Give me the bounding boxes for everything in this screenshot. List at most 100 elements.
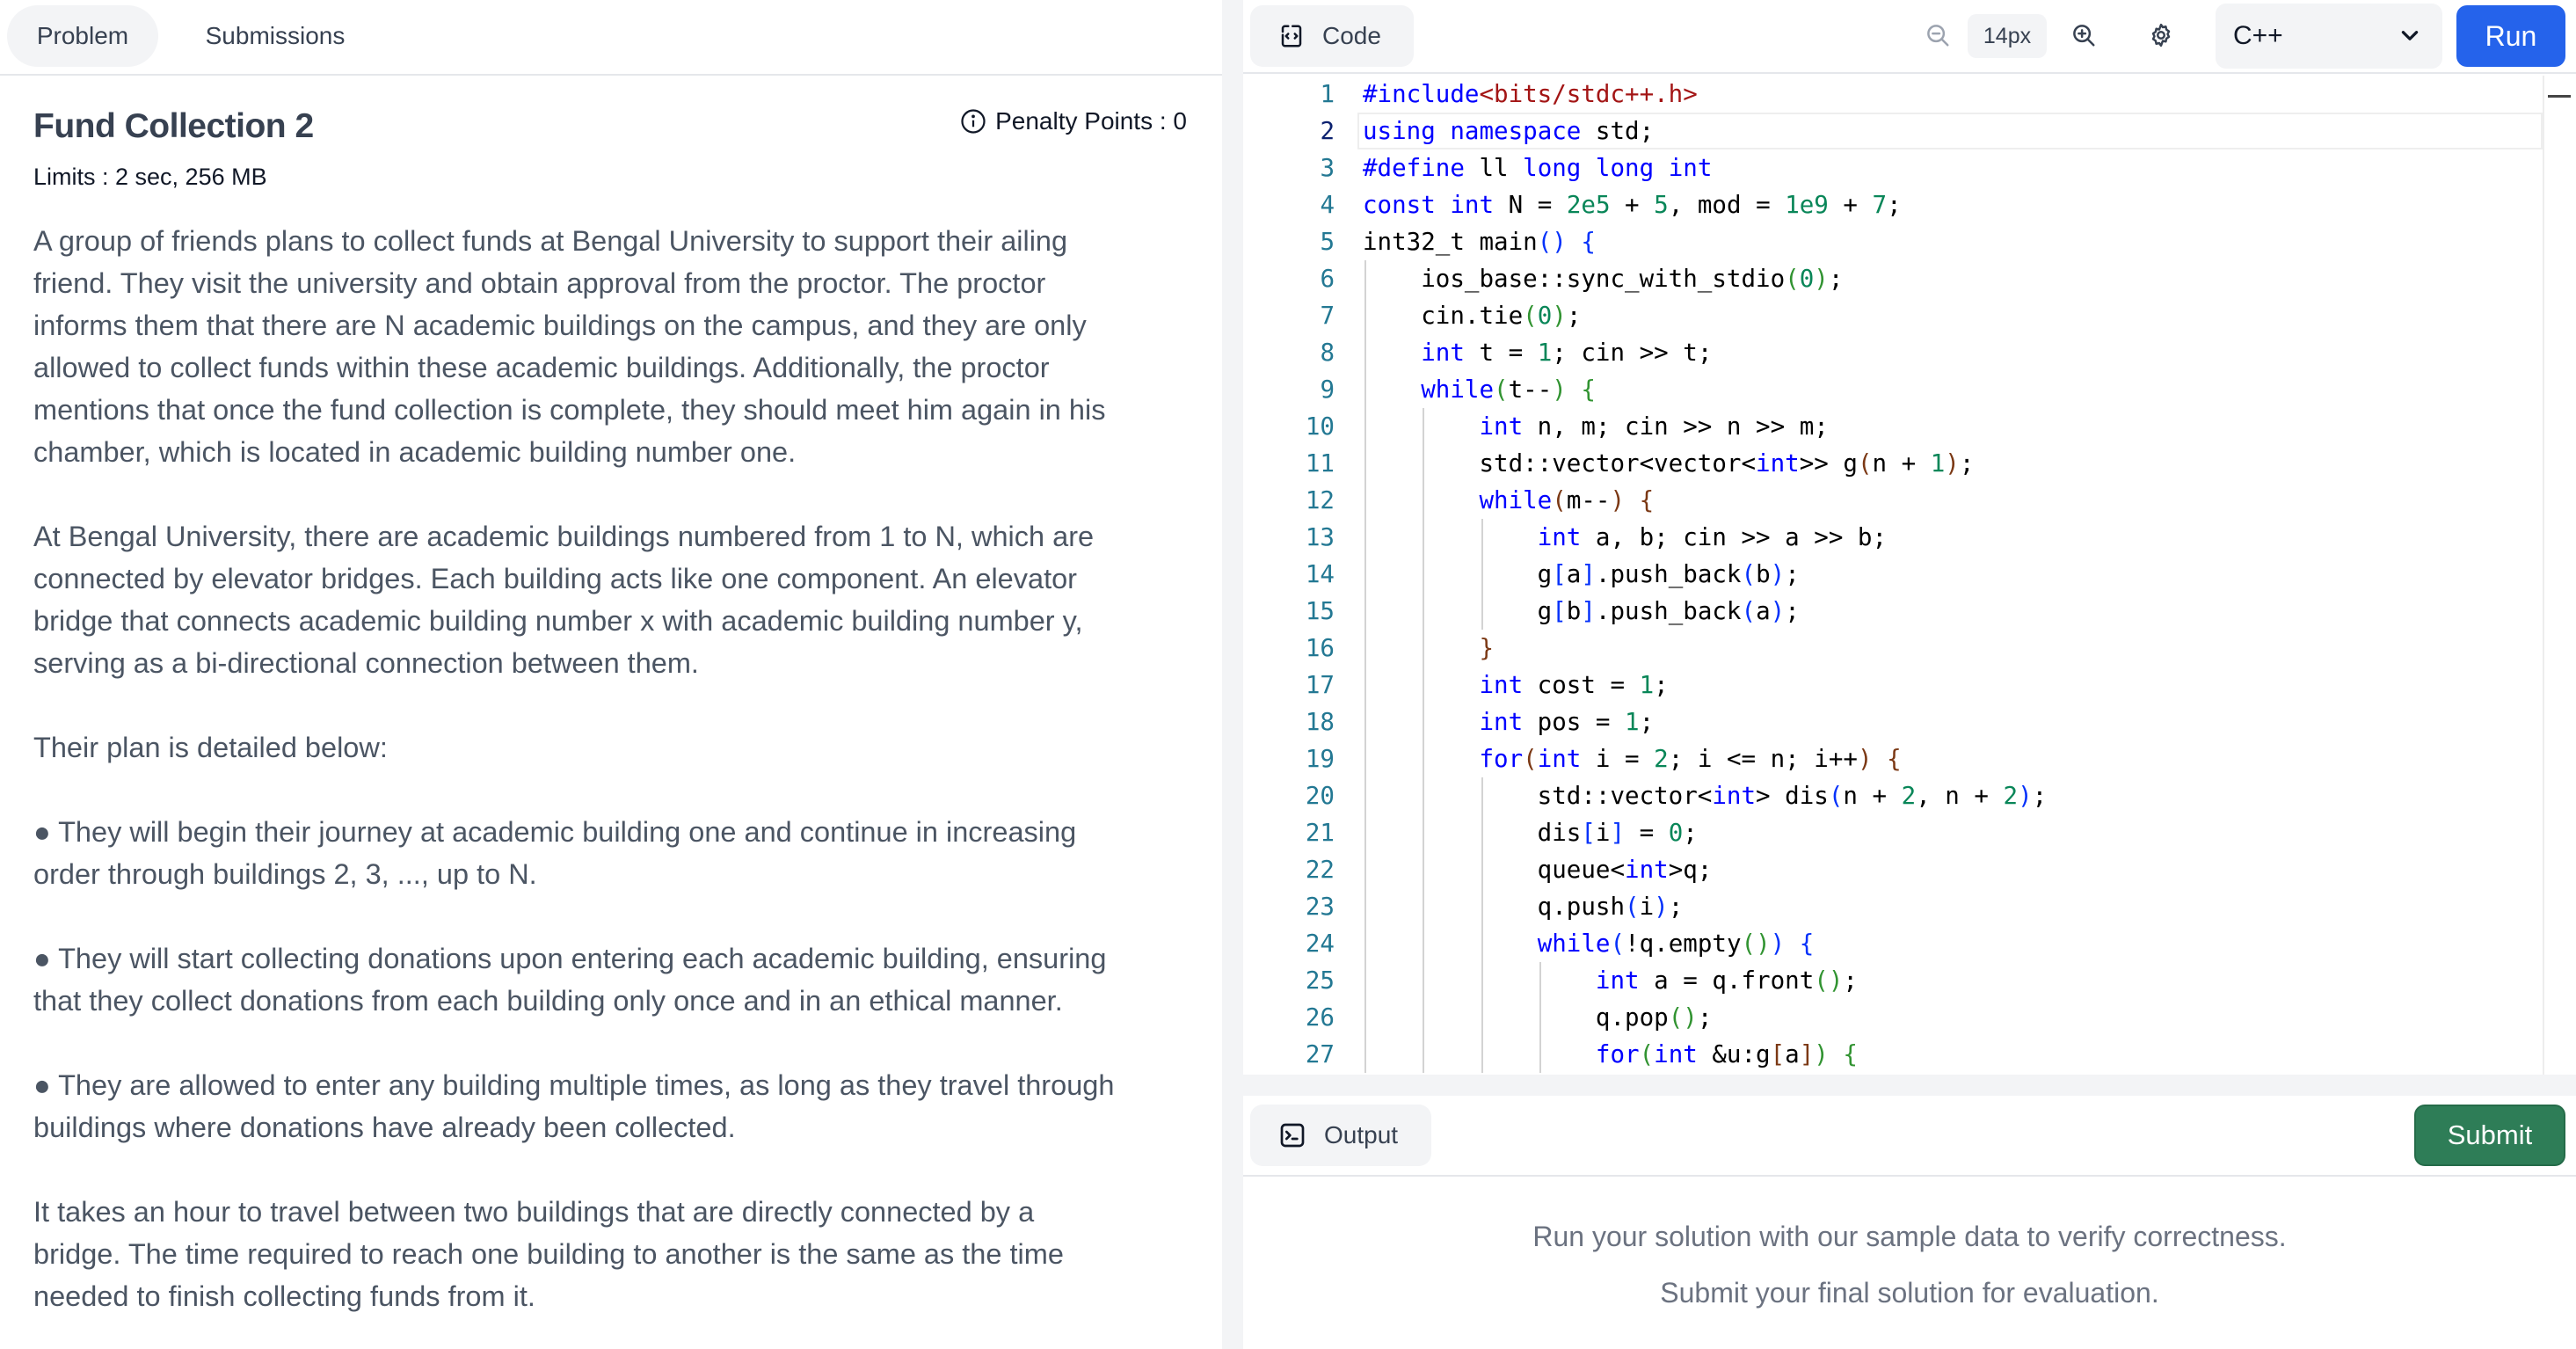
- terminal-icon: [1280, 1123, 1305, 1148]
- indent-guide: [1481, 851, 1483, 888]
- indent-guide: [1364, 334, 1366, 371]
- editor-output-resize-handle[interactable]: [1243, 1075, 2576, 1096]
- zoom-in-icon: [2073, 25, 2095, 47]
- indent-guide: [1364, 371, 1366, 408]
- indent-guide: [1364, 999, 1366, 1036]
- code-line-text: int a = q.front();: [1595, 966, 1858, 995]
- zoom-in-button[interactable]: [2066, 18, 2101, 53]
- code-line[interactable]: 8 int t = 1; cin >> t;: [1243, 334, 2576, 371]
- code-line-text: using namespace std;: [1363, 117, 1655, 145]
- code-line[interactable]: 23 q.push(i);: [1243, 888, 2576, 925]
- indent-guide: [1423, 962, 1425, 999]
- indent-guide: [1364, 260, 1366, 297]
- indent-guide: [1423, 888, 1425, 925]
- code-line[interactable]: 3 #define ll long long int: [1243, 149, 2576, 186]
- statement-paragraph: It takes an hour to travel between two b…: [33, 1196, 1064, 1312]
- code-line[interactable]: 18 int pos = 1;: [1243, 704, 2576, 740]
- tab-output[interactable]: Output: [1250, 1105, 1431, 1166]
- zoom-out-button[interactable]: [1920, 18, 1955, 53]
- code-line[interactable]: 27 for(int &u:g[a]) {: [1243, 1036, 2576, 1073]
- code-line[interactable]: 7 cin.tie(0);: [1243, 297, 2576, 334]
- line-number: 11: [1305, 449, 1335, 478]
- panel-resize-handle[interactable]: [1222, 0, 1243, 1349]
- code-line[interactable]: 20 std::vector<int> dis(n + 2, n + 2);: [1243, 777, 2576, 814]
- code-line-text: q.pop();: [1363, 1003, 1713, 1032]
- code-line[interactable]: 9 while(t--) {: [1243, 371, 2576, 408]
- indent-guide: [1423, 740, 1425, 777]
- line-number: 18: [1305, 708, 1335, 736]
- code-line[interactable]: 19 for(int i = 2; i <= n; i++) {: [1243, 740, 2576, 777]
- indent-guide: [1364, 851, 1366, 888]
- tab-code[interactable]: Code: [1250, 5, 1414, 67]
- statement-paragraph: At Bengal University, there are academic…: [33, 521, 1095, 679]
- chevron-down-icon: [2401, 31, 2419, 40]
- code-line[interactable]: 26 q.pop();: [1243, 999, 2576, 1036]
- indent-guide: [1423, 704, 1425, 740]
- tab-submissions[interactable]: Submissions: [176, 5, 375, 67]
- statement-paragraph: A group of friends plans to collect fund…: [33, 225, 1106, 468]
- code-line-text: int a, b; cin >> a >> b;: [1537, 523, 1888, 551]
- indent-guide: [1539, 999, 1542, 1036]
- code-line[interactable]: 17 int cost = 1;: [1243, 667, 2576, 704]
- indent-guide: [1423, 593, 1425, 630]
- statement-bullet: ● They are allowed to enter any building…: [33, 1069, 1115, 1143]
- penalty-points: Penalty Points : 0: [960, 107, 1187, 135]
- code-line-text: g[b].push_back(a);: [1363, 597, 1800, 625]
- code-line[interactable]: 2 using namespace std;: [1243, 113, 2576, 149]
- language-select-value: C++: [2233, 21, 2283, 50]
- editor-panel: Code 14px C++ Run 1 #include<bits/stdc++…: [1243, 0, 2576, 1349]
- code-line[interactable]: 14 g[a].push_back(b);: [1243, 556, 2576, 593]
- line-number: 15: [1305, 597, 1335, 625]
- code-line[interactable]: 22 queue<int>q;: [1243, 851, 2576, 888]
- indent-guide: [1364, 962, 1366, 999]
- indent-guide: [1481, 593, 1483, 630]
- code-line[interactable]: 13 int a, b; cin >> a >> b;: [1243, 519, 2576, 556]
- problem-statement: A group of friends plans to collect fund…: [33, 220, 1185, 1349]
- indent-guide: [1423, 408, 1425, 445]
- code-line-text: int32_t main() {: [1363, 228, 1596, 256]
- indent-guide: [1423, 519, 1425, 556]
- code-line[interactable]: 15 g[b].push_back(a);: [1243, 593, 2576, 630]
- indent-guide: [1539, 962, 1542, 999]
- gear-icon: [2151, 23, 2171, 47]
- indent-guide: [1481, 1036, 1483, 1073]
- code-line[interactable]: 10 int n, m; cin >> n >> m;: [1243, 408, 2576, 445]
- indent-guide: [1481, 814, 1483, 851]
- code-line[interactable]: 25 int a = q.front();: [1243, 962, 2576, 999]
- line-number: 25: [1305, 966, 1335, 995]
- code-line[interactable]: 16 }: [1243, 630, 2576, 667]
- indent-guide: [1364, 408, 1366, 445]
- code-line[interactable]: 24 while(!q.empty()) {: [1243, 925, 2576, 962]
- code-icon: [1281, 25, 1302, 47]
- code-line[interactable]: 1 #include<bits/stdc++.h>: [1243, 76, 2576, 113]
- tab-problem[interactable]: Problem: [7, 5, 158, 67]
- indent-guide: [1364, 297, 1366, 334]
- code-line-text: ios_base::sync_with_stdio(0);: [1363, 265, 1844, 293]
- code-editor[interactable]: 1 #include<bits/stdc++.h> 2 using namespace…: [1243, 76, 2576, 1075]
- indent-guide: [1481, 519, 1483, 556]
- code-line[interactable]: 12 while(m--) {: [1243, 482, 2576, 519]
- code-line[interactable]: 11 std::vector<vector<int>> g(n + 1);: [1243, 445, 2576, 482]
- language-select[interactable]: C++: [2216, 4, 2442, 69]
- indent-guide: [1423, 925, 1425, 962]
- code-line[interactable]: 21 dis[i] = 0;: [1243, 814, 2576, 851]
- code-line[interactable]: 4 const int N = 2e5 + 5, mod = 1e9 + 7;: [1243, 186, 2576, 223]
- submit-button[interactable]: Submit: [2414, 1105, 2565, 1166]
- problem-panel: Problem Submissions Fund Collection 2 Li…: [0, 0, 1222, 1349]
- line-number: 12: [1305, 486, 1335, 514]
- code-line-text: queue<int>q;: [1363, 856, 1713, 884]
- settings-button[interactable]: [2143, 18, 2179, 53]
- line-number: 14: [1305, 560, 1335, 588]
- line-number: 4: [1320, 191, 1335, 219]
- indent-guide: [1423, 445, 1425, 482]
- code-line-text: int pos = 1;: [1479, 708, 1655, 736]
- line-number: 20: [1305, 782, 1335, 810]
- font-size-display: 14px: [1968, 14, 2047, 58]
- code-line[interactable]: 6 ios_base::sync_with_stdio(0);: [1243, 260, 2576, 297]
- code-line-text: #define ll long long int: [1363, 154, 1713, 182]
- run-button[interactable]: Run: [2456, 5, 2565, 67]
- code-line[interactable]: 5 int32_t main() {: [1243, 223, 2576, 260]
- line-number: 1: [1320, 80, 1335, 108]
- indent-guide: [1539, 1036, 1542, 1073]
- line-number: 3: [1320, 154, 1335, 182]
